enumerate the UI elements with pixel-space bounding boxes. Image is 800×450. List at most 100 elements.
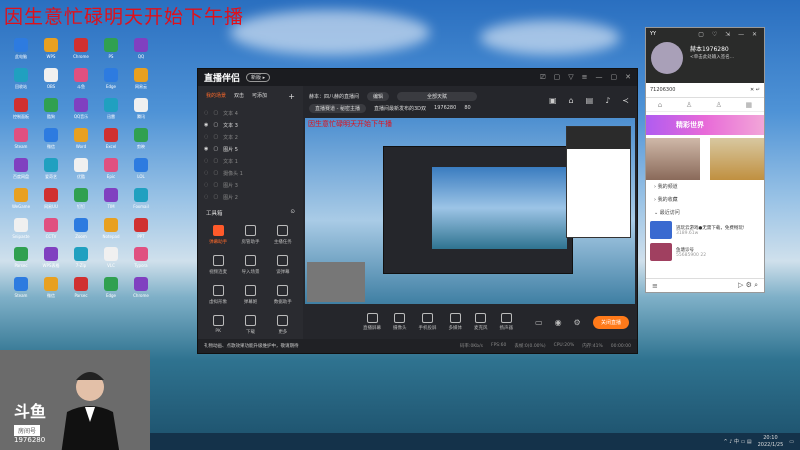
source-button[interactable]: 摄像头 (393, 313, 407, 331)
eye-off-icon[interactable]: ◌ (204, 194, 208, 200)
source-button[interactable]: 多媒体 (449, 313, 462, 331)
share-icon[interactable]: ≺ (622, 96, 629, 105)
scene-item[interactable]: ◌ ▢ 文本 2 (198, 131, 303, 143)
desktop-icon[interactable]: 钉钉 (66, 188, 96, 210)
eye-icon[interactable]: ◉ (204, 146, 208, 152)
yy-window-controls[interactable]: ▢ ♡ ⇲ — ✕ (698, 31, 760, 38)
tool-button[interactable]: 弹幕姬 (234, 285, 266, 305)
tool-button[interactable]: 弹幕助手 (202, 225, 234, 245)
window-control-icon[interactable]: ✕ (625, 73, 631, 82)
tab-double-click[interactable]: 双击 (234, 92, 244, 101)
carousel-image[interactable] (710, 138, 764, 180)
stream-preview[interactable]: 因生意忙碌明天开始下午播 (305, 118, 635, 304)
carousel[interactable] (646, 138, 764, 180)
tab-my-scenes[interactable]: 我的场景 (206, 92, 226, 101)
section-recent[interactable]: ⌄ 最近访问 (646, 206, 764, 219)
desktop-icon[interactable]: 酷狗 (36, 98, 66, 120)
desktop-icon[interactable]: 微信 (36, 128, 66, 150)
window-control-icon[interactable]: ⎚ (540, 73, 546, 82)
desktop-icon[interactable]: 剪映 (126, 128, 156, 150)
tag-select[interactable]: 直播赛道 - 秘密主播 (309, 103, 366, 113)
desktop-icon[interactable]: 回收站 (6, 68, 36, 90)
desktop-icon[interactable]: QQ (126, 38, 156, 60)
window-control-icon[interactable]: ▽ (568, 73, 573, 82)
desktop-icon[interactable]: Zoom (66, 218, 96, 239)
recent-item[interactable]: 鱼塘诊号 55685900 22 (646, 241, 764, 263)
desktop-icon[interactable]: 迅雷 (96, 98, 126, 120)
desktop-icon[interactable]: Chrome (66, 38, 96, 60)
window-control-icon[interactable]: ▢ (611, 73, 618, 82)
record-icon[interactable]: ▭ (535, 318, 543, 327)
desktop-icon[interactable]: Word (66, 128, 96, 150)
nav-icon[interactable]: ⌂ (658, 101, 662, 109)
nav-icon[interactable]: ♙ (686, 101, 692, 109)
signature[interactable]: <单击此处输入签名... (690, 54, 734, 60)
desktop-icon[interactable]: Edge (96, 68, 126, 90)
save-icon[interactable]: ▤ (586, 96, 594, 105)
scene-item[interactable]: ◉ ▢ 文本 3 (198, 119, 303, 131)
desktop-icon[interactable]: TIM (96, 188, 126, 210)
desktop-icon[interactable]: 7-Zip (66, 247, 96, 269)
desktop-icon[interactable]: Notepad (96, 218, 126, 239)
desktop-icon[interactable]: Snipaste (6, 218, 36, 239)
window-control-icon[interactable]: ▢ (554, 73, 561, 82)
category-select[interactable]: 全部天赋 (397, 91, 478, 101)
desktop-icon[interactable]: Excel (96, 128, 126, 150)
desktop-icon[interactable]: 网易云 (126, 68, 156, 90)
tool-button[interactable]: 数据助手 (267, 285, 299, 305)
desktop-icon[interactable]: PPT (126, 218, 156, 239)
nav-icon[interactable]: ♙ (716, 101, 722, 109)
source-button[interactable]: 直播屏幕 (363, 313, 381, 331)
desktop-icon[interactable]: Chrome (126, 277, 156, 299)
desktop-icon[interactable]: Epic (96, 158, 126, 180)
scene-item[interactable]: ◌ ▢ 摄像头 1 (198, 167, 303, 179)
tool-button[interactable]: 下载 (234, 315, 266, 335)
desktop-icon[interactable]: 爱奇艺 (36, 158, 66, 180)
section-channels[interactable]: › 我的频道 (646, 180, 764, 193)
tool-button[interactable]: 谈弹幕 (267, 255, 299, 275)
scene-item[interactable]: ◌ ▢ 文本 1 (198, 155, 303, 167)
notification-icon[interactable]: ▭ (789, 439, 794, 445)
desktop-icon[interactable]: QQ音乐 (66, 98, 96, 120)
desktop-icon[interactable]: WPS表格 (36, 247, 66, 269)
eye-icon[interactable]: ◉ (555, 318, 562, 327)
version-badge[interactable]: 新版 ▸ (246, 73, 271, 82)
desktop-icon[interactable]: 腾讯 (126, 98, 156, 120)
edit-title-button[interactable]: 编辑 (367, 91, 390, 101)
section-favorites[interactable]: › 我的收藏 (646, 193, 764, 206)
desktop-icon[interactable]: PS (96, 38, 126, 60)
desktop-icon[interactable]: 优酷 (66, 158, 96, 180)
system-tray[interactable]: ^ ♪ 中 ▭ ▤ (723, 438, 751, 445)
footer-actions[interactable]: ▷ ⚙ ⌕ (738, 281, 758, 290)
avatar[interactable] (651, 42, 683, 74)
desktop-icon[interactable]: Edge (96, 277, 126, 299)
menu-icon[interactable]: ≡ (652, 282, 658, 290)
desktop-icon[interactable]: 斗鱼 (66, 68, 96, 90)
scene-item[interactable]: ◌ ▢ 图片 2 (198, 191, 303, 203)
lock-icon[interactable]: ⌂ (569, 96, 574, 105)
desktop-icon[interactable]: Parsec (66, 277, 96, 299)
scene-item[interactable]: ◌ ▢ 文本 4 (198, 107, 303, 119)
desktop-icon[interactable]: OBS (36, 68, 66, 90)
desktop-icon[interactable]: WeGame (6, 188, 36, 210)
gift-icon[interactable]: ▣ (549, 96, 557, 105)
source-button[interactable]: 麦克风 (474, 313, 488, 331)
tool-button[interactable]: 虚拟形象 (202, 285, 234, 305)
desktop-icon[interactable]: Foxmail (126, 188, 156, 210)
recent-item[interactable]: 逃玩云游戏●无需下载，免费畅玩! 3189.61w (646, 219, 764, 241)
eye-off-icon[interactable]: ◌ (204, 182, 208, 188)
desktop-icon[interactable]: Typora (126, 247, 156, 269)
desktop-icon[interactable]: Parsec (6, 247, 36, 269)
desktop-icon[interactable]: VLC (96, 247, 126, 269)
clock[interactable]: 20:10 2022/1/25 (758, 435, 784, 449)
window-control-icon[interactable]: — (596, 73, 603, 82)
search-clear-icon[interactable]: ✕ ↵ (750, 87, 760, 93)
promo-banner[interactable]: 精彩世界 (646, 115, 764, 135)
carousel-image[interactable] (646, 138, 700, 180)
go-live-button[interactable]: 关闭直播 (592, 315, 629, 329)
scene-item[interactable]: ◉ ▢ 图片 5 (198, 143, 303, 155)
scene-item[interactable]: ◌ ▢ 图片 3 (198, 179, 303, 191)
desktop-icon[interactable]: WPS (36, 38, 66, 60)
bell-icon[interactable]: ♪ (605, 96, 610, 105)
desktop-icon[interactable]: Steam (6, 128, 36, 150)
